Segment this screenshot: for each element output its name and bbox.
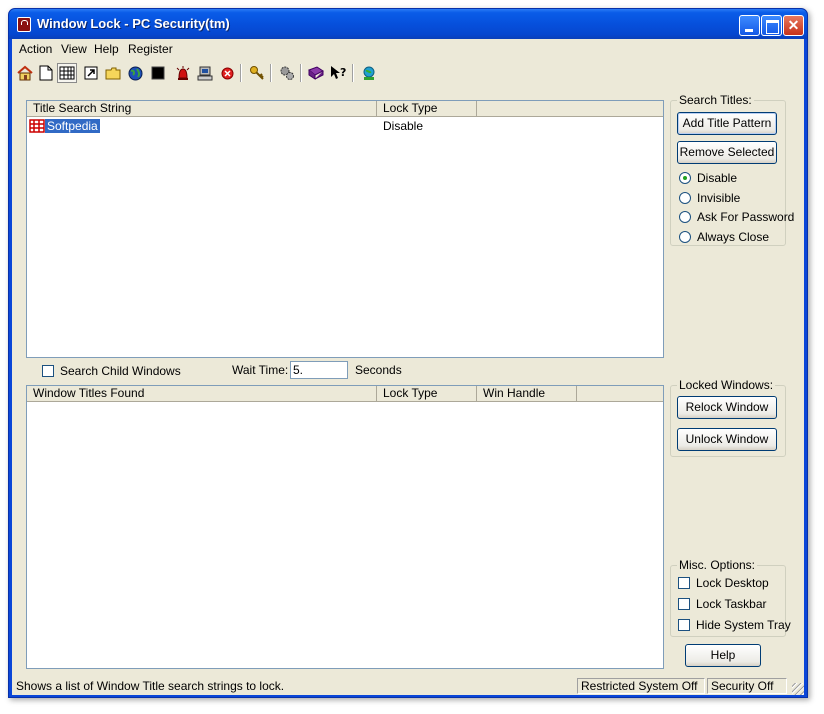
maximize-button[interactable]: [761, 15, 782, 36]
column-window-titles-found[interactable]: Window Titles Found: [27, 386, 377, 402]
status-message: Shows a list of Window Title search stri…: [16, 679, 285, 693]
toolbar-separator: [352, 64, 354, 82]
close-button[interactable]: ✕: [783, 15, 804, 36]
radio-always-close[interactable]: Always Close: [679, 229, 787, 245]
minimize-button[interactable]: [739, 15, 760, 36]
gears-icon[interactable]: [277, 63, 297, 83]
checkbox[interactable]: [678, 577, 690, 589]
list-header: Window Titles Found Lock Type Win Handle: [27, 386, 663, 402]
locked-windows-group: Locked Windows: Relock Window Unlock Win…: [670, 378, 786, 457]
search-titles-label: Search Titles:: [677, 93, 754, 107]
menu-register[interactable]: Register: [128, 42, 173, 56]
radio-button[interactable]: [679, 172, 691, 184]
calendar-icon[interactable]: [57, 63, 77, 83]
search-titles-group: Search Titles: Add Title Pattern Remove …: [670, 93, 794, 246]
unlock-window-button[interactable]: Unlock Window: [677, 428, 777, 451]
black-square-icon[interactable]: [148, 63, 168, 83]
globe-icon[interactable]: [125, 63, 145, 83]
toolbar: ?: [12, 60, 804, 86]
wait-time-input[interactable]: 5.: [290, 361, 348, 379]
svg-text:?: ?: [340, 66, 346, 79]
toolbar-separator: [240, 64, 242, 82]
status-bar: Shows a list of Window Title search stri…: [12, 677, 804, 695]
menu-view[interactable]: View: [61, 42, 87, 56]
toolbar-separator: [300, 64, 302, 82]
radio-button[interactable]: [679, 231, 691, 243]
folder-icon[interactable]: [103, 63, 123, 83]
checkbox[interactable]: [678, 619, 690, 631]
radio-ask-for-password[interactable]: Ask For Password: [679, 209, 794, 225]
lock-desktop-checkbox[interactable]: Lock Desktop: [678, 575, 786, 591]
security-status: Security Off: [707, 678, 787, 694]
book-icon[interactable]: [306, 63, 326, 83]
search-child-windows-checkbox[interactable]: Search Child Windows: [42, 363, 212, 379]
misc-options-group: Misc. Options: Lock Desktop Lock Taskbar…: [670, 558, 791, 637]
window-titles-found-list[interactable]: Window Titles Found Lock Type Win Handle: [26, 385, 664, 669]
radio-button[interactable]: [679, 211, 691, 223]
relock-window-button[interactable]: Relock Window: [677, 396, 777, 419]
misc-options-label: Misc. Options:: [677, 558, 758, 572]
radio-invisible[interactable]: Invisible: [679, 190, 787, 206]
client-area: Action View Help Register ? Title Search…: [12, 39, 804, 695]
title-search-list[interactable]: Title Search String Lock Type Softpedia …: [26, 100, 664, 358]
key-icon[interactable]: [247, 63, 267, 83]
hide-system-tray-checkbox[interactable]: Hide System Tray: [678, 617, 791, 633]
help-button[interactable]: Help: [685, 644, 761, 667]
restricted-system-status: Restricted System Off: [577, 678, 705, 694]
lock-item-icon: [29, 119, 45, 133]
checkbox[interactable]: [42, 365, 54, 377]
home-icon[interactable]: [15, 63, 35, 83]
title-bar[interactable]: Window Lock - PC Security(tm) ✕: [9, 9, 807, 39]
add-title-pattern-button[interactable]: Add Title Pattern: [677, 112, 777, 135]
lock-type-cell: Disable: [383, 119, 424, 133]
resize-grip[interactable]: [792, 683, 804, 695]
shortcut-icon[interactable]: [81, 63, 101, 83]
column-title-search-string[interactable]: Title Search String: [27, 101, 377, 117]
window-title: Window Lock - PC Security(tm): [37, 16, 230, 31]
toolbar-separator: [270, 64, 272, 82]
list-header: Title Search String Lock Type: [27, 101, 663, 117]
list-item[interactable]: Softpedia Disable: [27, 118, 663, 134]
column-lock-type[interactable]: Lock Type: [377, 101, 477, 117]
checkbox[interactable]: [678, 598, 690, 610]
computer-icon[interactable]: [195, 63, 215, 83]
whats-this-help-icon[interactable]: ?: [329, 63, 349, 83]
menu-bar: Action View Help Register: [12, 39, 804, 58]
network-icon[interactable]: [359, 63, 379, 83]
alarm-icon[interactable]: [173, 63, 193, 83]
search-string-cell: Softpedia: [45, 119, 100, 133]
seconds-label: Seconds: [355, 363, 402, 377]
padlock-icon: [17, 17, 31, 32]
app-window: Window Lock - PC Security(tm) ✕ Action V…: [8, 8, 808, 698]
lock-taskbar-checkbox[interactable]: Lock Taskbar: [678, 596, 786, 612]
radio-disable[interactable]: Disable: [679, 170, 787, 186]
column-win-handle[interactable]: Win Handle: [477, 386, 577, 402]
locked-windows-label: Locked Windows:: [677, 378, 776, 392]
menu-help[interactable]: Help: [94, 42, 119, 56]
menu-action[interactable]: Action: [19, 42, 52, 56]
new-document-icon[interactable]: [36, 63, 56, 83]
stop-icon[interactable]: [217, 63, 237, 83]
remove-selected-button[interactable]: Remove Selected: [677, 141, 777, 164]
radio-button[interactable]: [679, 192, 691, 204]
wait-time-label: Wait Time:: [232, 363, 289, 377]
column-lock-type[interactable]: Lock Type: [377, 386, 477, 402]
